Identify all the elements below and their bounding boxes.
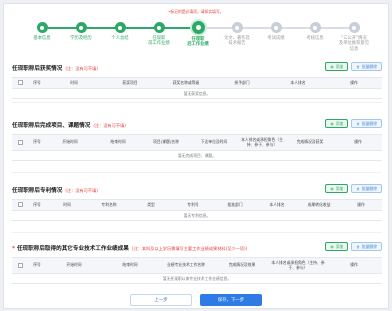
column-header: 业绩专业技术工作名称	[158, 257, 214, 274]
select-all-checkbox[interactable]: 选择	[12, 199, 28, 211]
column-header: 完成情况及效果	[214, 257, 270, 274]
column-header: 结束时间	[94, 134, 142, 151]
column-header: 序号	[28, 134, 46, 151]
section-awards: 任现职称后获奖情况(注：没有可不填) 添加 批量删除 选择 序号 时间 获奖项目…	[12, 62, 382, 99]
column-header: 类型	[130, 199, 172, 211]
section-title: * 任现职称后取得的其它专业技术工作业绩成果 (注：本科及以上学历需填写主要工作业绩…	[12, 246, 248, 252]
step-dot-icon	[270, 22, 282, 33]
prev-step-button[interactable]: 上一步	[130, 294, 192, 306]
column-header: 开始时间	[46, 134, 94, 151]
empty-row: 暂无完成项目、课题。	[12, 150, 382, 161]
column-header: 专利号	[172, 199, 214, 211]
empty-row: 暂无专利信息。	[12, 210, 382, 221]
batch-delete-button[interactable]: 批量删除	[351, 62, 382, 71]
step-label: "三公开"情况 及单位推荐意见 信息	[338, 36, 370, 52]
footer-actions: 上一步 保存，下一步	[4, 294, 388, 308]
step-dot-icon	[231, 22, 243, 33]
column-header: 操作	[326, 257, 382, 274]
batch-delete-button[interactable]: 批量删除	[351, 184, 382, 193]
patents-table: 选择 序号 时间 专利名称 类型 专利号 批准部门 本人排名 成果转化收益 操作…	[12, 199, 382, 221]
trash-icon	[357, 122, 360, 125]
column-header: 序号	[28, 77, 46, 89]
column-header: 获奖名称或等级	[158, 77, 214, 89]
add-button[interactable]: 添加	[325, 242, 349, 251]
save-next-button[interactable]: 保存，下一步	[200, 294, 262, 306]
empty-row: 暂无任现职以来专业技术工作业绩信息。	[12, 273, 382, 284]
trash-icon	[357, 187, 360, 190]
column-header: 成果转化收益	[298, 199, 340, 211]
column-header: 操作	[334, 134, 382, 151]
column-header: 专利名称	[88, 199, 130, 211]
column-header: 操作	[326, 77, 382, 89]
add-button[interactable]: 添加	[325, 119, 349, 128]
section-other-achievements: * 任现职称后取得的其它专业技术工作业绩成果 (注：本科及以上学历需填写主要工作业绩…	[12, 242, 382, 284]
add-button[interactable]: 添加	[325, 62, 349, 71]
trash-icon	[357, 65, 360, 68]
plus-icon	[330, 121, 334, 126]
awards-table: 选择 序号 时间 获奖项目 获奖名称或等级 授予部门 本人排名 操作 暂无获奖信…	[12, 77, 382, 99]
column-header: 操作	[340, 199, 382, 211]
section-title: 任现职称后专利情况 (注：没有可不填)	[12, 188, 98, 194]
plus-icon	[330, 244, 334, 249]
column-header: 时间	[46, 199, 88, 211]
step-dot-icon	[36, 22, 48, 33]
batch-delete-button[interactable]: 批量删除	[351, 242, 382, 251]
add-button[interactable]: 添加	[325, 184, 349, 193]
column-header: 结束时间	[102, 257, 158, 274]
column-header: 批准部门	[214, 199, 256, 211]
step-dot-icon	[114, 22, 126, 33]
select-all-checkbox[interactable]: 选择	[12, 77, 28, 89]
column-header: 授予部门	[214, 77, 270, 89]
projects-table: 选择 序号 开始时间 结束时间 项目(课题)名称 下达单位及时间 本人排名或承担…	[12, 134, 382, 161]
column-header: 获奖项目	[102, 77, 158, 89]
section-title: 任现职称后完成项目、课题情况 (注：没有可不填)	[12, 123, 126, 129]
column-header: 本人排名	[270, 77, 326, 89]
divider	[12, 172, 382, 173]
section-projects: 任现职称后完成项目、课题情况(注：没有可不填) 添加 批量删除 选择 序号 开始…	[12, 119, 382, 161]
section-title: 任现职称后获奖情况 (注：没有可不填)	[12, 66, 98, 72]
column-header: 项目(课题)名称	[142, 134, 190, 151]
required-hint: *标记的是必填项，请如实填写。	[168, 9, 224, 14]
step-dot-icon	[309, 22, 321, 33]
trash-icon	[357, 245, 360, 248]
column-header: 序号	[28, 199, 46, 211]
step-publicity[interactable]: "三公开"情况 及单位推荐意见 信息	[330, 22, 378, 52]
batch-delete-button[interactable]: 批量删除	[351, 119, 382, 128]
column-header: 本人排名或承担角色（主持、参于、参与）	[270, 257, 326, 274]
divider	[12, 232, 382, 233]
column-header: 开始时间	[46, 257, 102, 274]
step-dot-icon	[153, 22, 165, 33]
form-card: *标记的是必填项，请如实填写。 基本信息 学历及经历 个人总结 任现职 前工作业…	[3, 3, 389, 309]
column-header: 下达单位及时间	[190, 134, 238, 151]
select-all-checkbox[interactable]: 选择	[12, 134, 28, 151]
column-header: 本人排名	[256, 199, 298, 211]
column-header: 时间	[46, 77, 102, 89]
achievements-table: 选择 序号 开始时间 结束时间 业绩专业技术工作名称 完成情况及效果 本人排名或…	[12, 257, 382, 284]
empty-row: 暂无获奖信息。	[12, 88, 382, 99]
plus-icon	[330, 64, 334, 69]
column-header: 序号	[28, 257, 46, 274]
divider	[12, 102, 382, 103]
section-patents: 任现职称后专利情况(注：没有可不填) 添加 批量删除 选择 序号 时间 专利名称…	[12, 184, 382, 221]
plus-icon	[330, 186, 334, 191]
step-dot-icon	[75, 22, 87, 33]
column-header: 本人排名或承担角色（主持、参于、参与）	[238, 134, 286, 151]
step-dot-icon	[191, 21, 205, 34]
column-header: 完成情况及获奖	[286, 134, 334, 151]
step-dot-icon	[348, 22, 360, 33]
select-all-checkbox[interactable]: 选择	[12, 257, 28, 274]
